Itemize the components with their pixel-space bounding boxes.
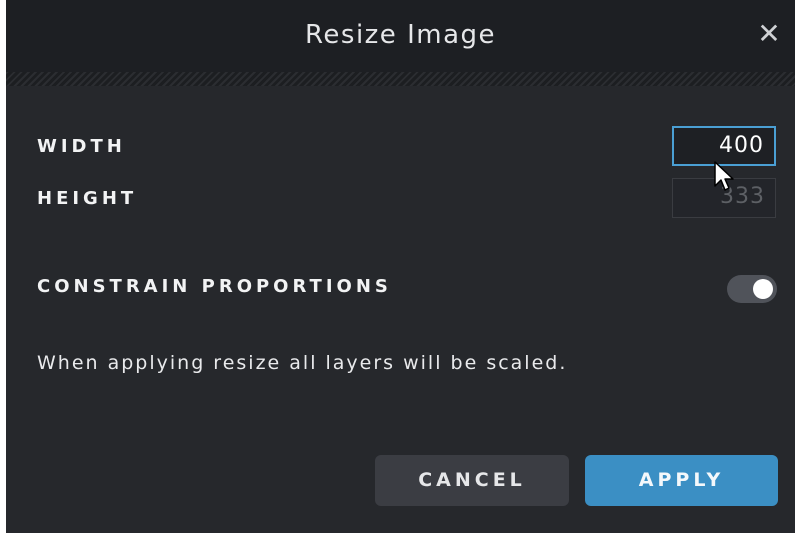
mouse-pointer-icon (714, 161, 734, 191)
apply-button[interactable]: APPLY (585, 455, 778, 506)
close-icon[interactable]: ✕ (753, 18, 785, 50)
resize-image-dialog: Resize Image ✕ WIDTH 400 HEIGHT 333 CONS… (6, 0, 795, 533)
toggle-knob (753, 279, 773, 299)
constrain-proportions-toggle[interactable] (727, 275, 777, 303)
dialog-title: Resize Image (305, 20, 496, 50)
resize-note: When applying resize all layers will be … (37, 352, 568, 374)
header-divider (6, 72, 795, 86)
dialog-header: Resize Image ✕ (6, 0, 795, 72)
width-label: WIDTH (37, 136, 126, 157)
cancel-button[interactable]: CANCEL (375, 455, 569, 506)
height-label: HEIGHT (37, 188, 138, 209)
constrain-proportions-label: CONSTRAIN PROPORTIONS (37, 276, 392, 297)
